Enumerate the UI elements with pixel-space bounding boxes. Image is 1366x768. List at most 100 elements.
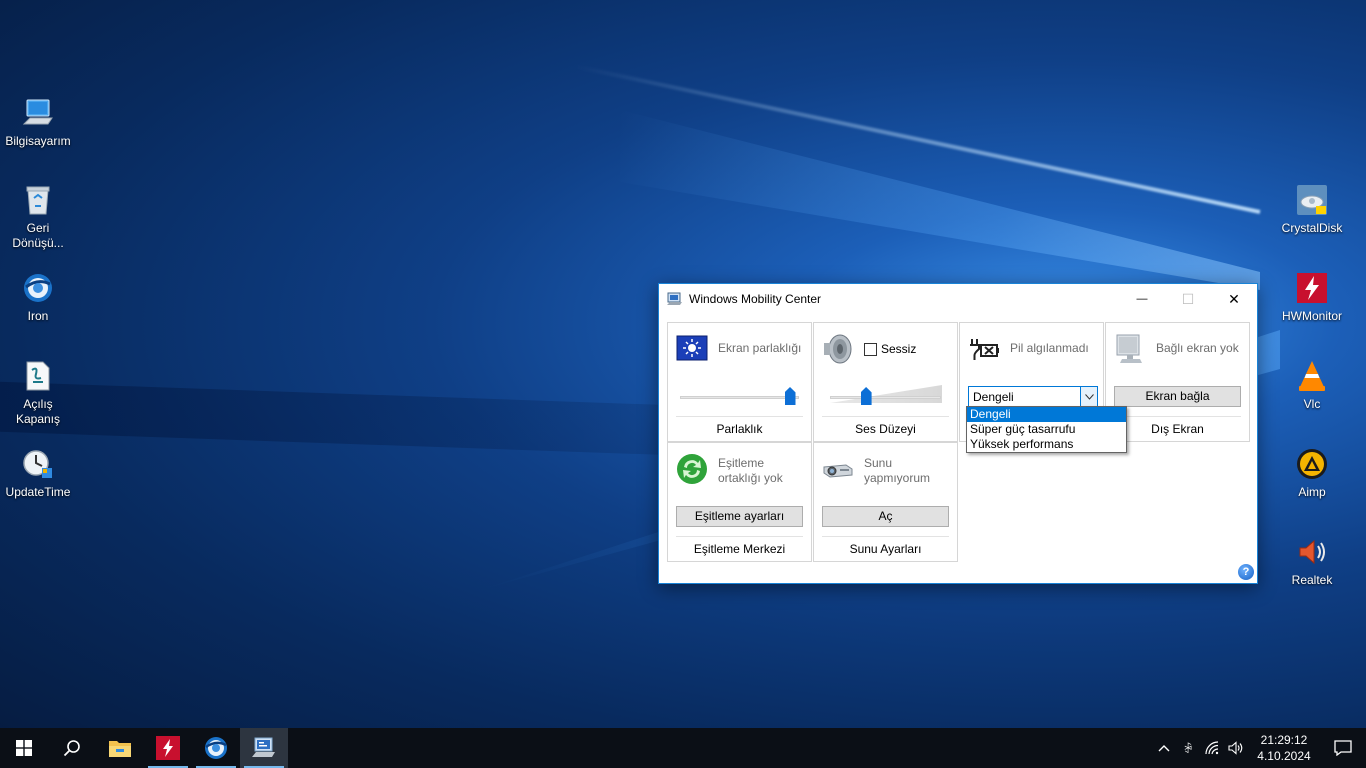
desktop-icon-label: Bilgisayarım (5, 134, 71, 148)
display-label: Bağlı ekran yok (1156, 341, 1239, 355)
title-bar[interactable]: Windows Mobility Center — ☐ ✕ (659, 284, 1257, 314)
battery-label: Pil algılanmadı (1010, 341, 1089, 355)
system-tray: ꃭ 21:29:12 4.10.2024 (1152, 728, 1366, 768)
volume-wedge (830, 385, 942, 403)
desktop-icon-bilgisayarim[interactable]: Bilgisayarım (0, 96, 76, 149)
presentation-footer: Sunu Ayarları (822, 536, 949, 561)
window-title: Windows Mobility Center (689, 292, 822, 306)
chevron-down-icon[interactable] (1080, 387, 1097, 406)
desktop-icon-label: UpdateTime (5, 485, 71, 499)
search-icon (63, 740, 80, 757)
crystaldisk-icon (1295, 183, 1329, 217)
clock-date: 4.10.2024 (1257, 749, 1311, 763)
wallpaper-shadow (0, 381, 760, 459)
taskbar: ꃭ 21:29:12 4.10.2024 (0, 728, 1366, 768)
iron-browser-icon (21, 271, 55, 305)
desktop-icon-acilis-kapanis[interactable]: Açılış Kapanış (0, 359, 76, 427)
desktop-icon-crystaldisk[interactable]: CrystalDisk (1274, 183, 1350, 236)
desktop-icon-label: Realtek (1291, 573, 1333, 587)
power-option-yuksek-performans[interactable]: Yüksek performans (967, 437, 1126, 452)
vlc-icon (1295, 359, 1329, 393)
desktop-icon-label: Açılış Kapanış (15, 397, 61, 426)
desktop-icon-hwmonitor[interactable]: HWMonitor (1274, 271, 1350, 324)
start-icon (16, 740, 32, 756)
mobility-center-window: Windows Mobility Center — ☐ ✕ Ekran parl… (658, 283, 1258, 584)
volume-footer: Ses Düzeyi (822, 416, 949, 441)
desktop-icon-label: Geri Dönüşü... (12, 221, 64, 250)
maximize-button: ☐ (1181, 290, 1195, 307)
display-footer: Dış Ekran (1114, 416, 1241, 441)
recycle-bin-icon (21, 183, 55, 217)
desktop-icon-label: CrystalDisk (1281, 221, 1343, 235)
file-explorer-icon (109, 741, 131, 757)
script-icon (21, 359, 55, 393)
sync-settings-button[interactable]: Eşitleme ayarları (676, 506, 803, 527)
power-plan-select[interactable]: Dengeli (968, 386, 1098, 407)
power-option-dengeli[interactable]: Dengeli (967, 407, 1126, 422)
power-plan-selected: Dengeli (973, 390, 1014, 404)
taskbar-iron-browser[interactable] (192, 728, 240, 768)
power-plan-dropdown-list: Dengeli Süper güç tasarrufu Yüksek perfo… (966, 406, 1127, 453)
monitor-icon[interactable] (1114, 333, 1146, 365)
desktop-icon-label: HWMonitor (1281, 309, 1342, 323)
realtek-speaker-icon (1295, 535, 1329, 569)
brightness-slider[interactable] (680, 396, 799, 399)
desktop-icon-label: Vlc (1303, 397, 1321, 411)
brightness-icon[interactable] (676, 333, 708, 365)
presentation-label: Sunu yapmıyorum (864, 456, 931, 485)
mute-checkbox[interactable] (864, 343, 877, 357)
brightness-label: Ekran parlaklığı (718, 341, 802, 355)
update-time-icon (21, 447, 55, 481)
brightness-slider-thumb[interactable] (784, 387, 796, 405)
network-wifi-icon[interactable] (1200, 728, 1224, 768)
volume-slider-thumb[interactable] (860, 387, 872, 405)
iron-browser-icon (205, 737, 227, 759)
mobility-center-icon (252, 737, 275, 757)
taskbar-clock[interactable]: 21:29:12 4.10.2024 (1248, 732, 1320, 764)
computer-icon (21, 96, 55, 130)
action-center-button[interactable] (1320, 728, 1366, 768)
sync-footer: Eşitleme Merkezi (676, 536, 803, 561)
wallpaper-beam (574, 64, 1261, 214)
sync-icon[interactable] (676, 453, 708, 485)
tile-sync: Eşitleme ortaklığı yok Eşitleme ayarları… (667, 442, 812, 562)
desktop-icon-realtek[interactable]: Realtek (1274, 535, 1350, 588)
presentation-on-button[interactable]: Aç (822, 506, 949, 527)
clock-time: 21:29:12 (1260, 733, 1308, 747)
taskbar-file-explorer[interactable] (96, 728, 144, 768)
battery-missing-icon[interactable] (968, 333, 1000, 365)
projector-icon[interactable] (822, 453, 854, 485)
tile-brightness: Ekran parlaklığı Parlaklık (667, 322, 812, 442)
connect-display-button[interactable]: Ekran bağla (1114, 386, 1241, 407)
desktop-icon-label: Aimp (1298, 485, 1326, 499)
notification-icon (1334, 740, 1352, 756)
power-option-super-guc-tasarrufu[interactable]: Süper güç tasarrufu (967, 422, 1126, 437)
input-method-icon[interactable]: ꃭ (1176, 728, 1200, 768)
taskbar-hwmonitor[interactable] (144, 728, 192, 768)
search-button[interactable] (48, 728, 96, 768)
close-button[interactable]: ✕ (1211, 284, 1257, 314)
desktop-icon-vlc[interactable]: Vlc (1274, 359, 1350, 412)
desktop-icon-label: Iron (27, 309, 49, 323)
volume-slider[interactable] (830, 396, 941, 399)
desktop-icon-iron[interactable]: Iron (0, 271, 76, 324)
taskbar-mobility-center[interactable] (240, 728, 288, 768)
brightness-footer: Parlaklık (676, 416, 803, 441)
tile-presentation: Sunu yapmıyorum Aç Sunu Ayarları (813, 442, 958, 562)
volume-icon[interactable] (1224, 728, 1248, 768)
sync-label: Eşitleme ortaklığı yok (718, 456, 783, 485)
tray-overflow-chevron-up-icon[interactable] (1152, 728, 1176, 768)
desktop-icon-updatetime[interactable]: UpdateTime (0, 447, 76, 500)
mute-checkbox-group[interactable]: Sessiz (864, 333, 916, 357)
wallpaper-beam (620, 110, 1260, 290)
help-icon[interactable]: ? (1238, 564, 1254, 580)
hwmonitor-icon (156, 736, 180, 760)
start-button[interactable] (0, 728, 48, 768)
hwmonitor-icon (1295, 271, 1329, 305)
minimize-button[interactable]: — (1119, 284, 1165, 314)
speaker-icon[interactable] (822, 333, 854, 365)
desktop-icon-geri-donusum[interactable]: Geri Dönüşü... (0, 183, 76, 251)
aimp-icon (1295, 447, 1329, 481)
desktop-icon-aimp[interactable]: Aimp (1274, 447, 1350, 500)
mute-label: Sessiz (881, 342, 917, 356)
